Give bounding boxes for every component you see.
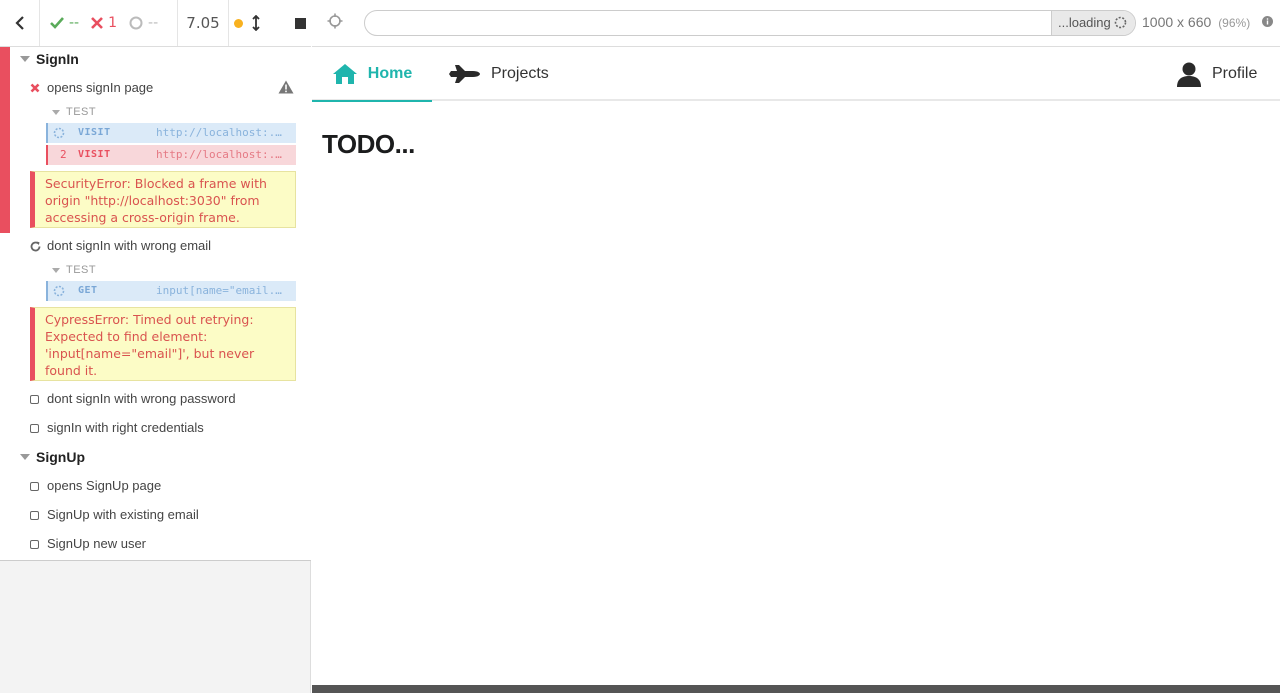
spinner-icon — [53, 127, 65, 142]
duration: 7.05 — [178, 0, 229, 46]
suite-signup[interactable]: SignUp — [0, 444, 311, 470]
back-button[interactable] — [0, 0, 40, 46]
nav-projects[interactable]: Projects — [449, 47, 549, 101]
nav-projects-label: Projects — [491, 65, 549, 82]
reporter-panel: -- 1 -- 7.05 SignIn opens signIn page TE… — [0, 0, 311, 693]
command-message: http://localhost:... — [156, 148, 288, 161]
info-circle-icon[interactable] — [1262, 16, 1273, 31]
url-bar[interactable]: ...loading — [364, 10, 1136, 36]
user-icon — [1177, 62, 1201, 87]
aut-bottom-bar — [312, 685, 1280, 693]
loading-label: ...loading — [1058, 15, 1111, 30]
passed-stat[interactable]: -- — [50, 15, 79, 31]
selector-playground-button[interactable] — [327, 13, 343, 33]
auto-scroll-icon[interactable] — [252, 15, 260, 31]
viewport-info[interactable]: 1000 x 660 (96%) — [1142, 14, 1250, 30]
pending-checkbox-icon — [30, 424, 39, 433]
chevron-left-icon — [14, 16, 24, 30]
nav-home[interactable]: Home — [312, 47, 432, 102]
command-row[interactable]: GET input[name="email... — [46, 281, 296, 301]
command-name: GET — [78, 285, 98, 296]
test-title: SignUp new user — [47, 536, 146, 551]
pending-stat[interactable]: -- — [129, 15, 158, 31]
loading-indicator: ...loading — [1051, 11, 1135, 35]
test-title: SignUp with existing email — [47, 507, 199, 522]
controls — [229, 0, 311, 46]
spinner-icon — [53, 285, 65, 300]
circle-notch-icon — [129, 16, 143, 30]
check-icon — [50, 17, 64, 29]
pending-checkbox-icon — [30, 482, 39, 491]
failed-count: 1 — [108, 15, 118, 31]
command-row[interactable]: VISIT http://localhost:... — [46, 123, 296, 143]
failed-stat[interactable]: 1 — [91, 15, 117, 31]
warning-icon[interactable] — [278, 80, 294, 98]
pending-checkbox-icon — [30, 540, 39, 549]
pending-checkbox-icon — [30, 511, 39, 520]
caret-down-icon — [52, 268, 60, 273]
viewport-scale: (96%) — [1218, 16, 1251, 30]
test-opens-signin-page[interactable]: opens signIn page — [0, 76, 311, 102]
nav-profile-label: Profile — [1212, 65, 1258, 82]
nav-profile[interactable]: Profile — [1176, 47, 1257, 101]
test-signup-new-user[interactable]: SignUp new user — [0, 532, 311, 558]
page-title: TODO... — [322, 129, 415, 159]
test-signin-right-credentials[interactable]: signIn with right credentials — [0, 416, 311, 442]
aut-header: ...loading 1000 x 660 (96%) — [312, 0, 1280, 47]
pending-count: -- — [148, 15, 159, 31]
test-title: dont signIn with wrong password — [47, 391, 236, 406]
error-message[interactable]: CypressError: Timed out retrying: Expect… — [30, 307, 296, 381]
command-number: 2 — [60, 148, 67, 161]
pending-checkbox-icon — [30, 395, 39, 404]
failed-x-icon — [30, 83, 40, 93]
test-dont-signin-wrong-email[interactable]: dont signIn with wrong email — [0, 234, 311, 260]
test-title: opens signIn page — [47, 80, 154, 95]
nav-home-label: Home — [367, 64, 413, 82]
x-icon — [91, 17, 104, 29]
app-navbar: Home Projects Profile — [312, 47, 1280, 102]
command-name: VISIT — [78, 127, 111, 138]
test-title: signIn with right credentials — [47, 420, 204, 435]
test-title: opens SignUp page — [47, 478, 162, 493]
suite-title: SignIn — [36, 51, 79, 67]
caret-down-icon — [20, 56, 30, 62]
error-message[interactable]: SecurityError: Blocked a frame with orig… — [30, 171, 296, 228]
refresh-icon — [30, 241, 41, 252]
running-indicator-icon — [233, 18, 243, 28]
command-name: VISIT — [78, 149, 111, 160]
viewport-size: 1000 x 660 — [1142, 14, 1212, 30]
test-signup-existing-email[interactable]: SignUp with existing email — [0, 503, 311, 529]
caret-down-icon — [20, 454, 30, 460]
reporter-header: -- 1 -- 7.05 — [0, 0, 311, 47]
command-message: http://localhost:... — [156, 126, 288, 139]
command-message: input[name="email... — [156, 284, 288, 297]
crosshairs-icon — [327, 13, 343, 29]
test-dont-signin-wrong-password[interactable]: dont signIn with wrong password — [0, 387, 311, 413]
suite-signin[interactable]: SignIn — [0, 46, 311, 72]
passed-count: -- — [69, 15, 80, 31]
command-row[interactable]: 2 VISIT http://localhost:... — [46, 145, 296, 165]
failed-test-indicator — [0, 47, 10, 233]
space-shuttle-icon — [449, 65, 480, 83]
app-frame: Home Projects Profile TODO... — [312, 47, 1280, 685]
caret-down-icon — [52, 110, 60, 115]
suite-title: SignUp — [36, 449, 85, 465]
spinner-icon — [1114, 16, 1127, 29]
stats: -- 1 -- — [40, 0, 178, 46]
stop-icon[interactable] — [295, 17, 307, 29]
test-opens-signup-page[interactable]: opens SignUp page — [0, 474, 311, 500]
home-icon — [332, 63, 357, 84]
test-title: dont signIn with wrong email — [47, 238, 212, 253]
